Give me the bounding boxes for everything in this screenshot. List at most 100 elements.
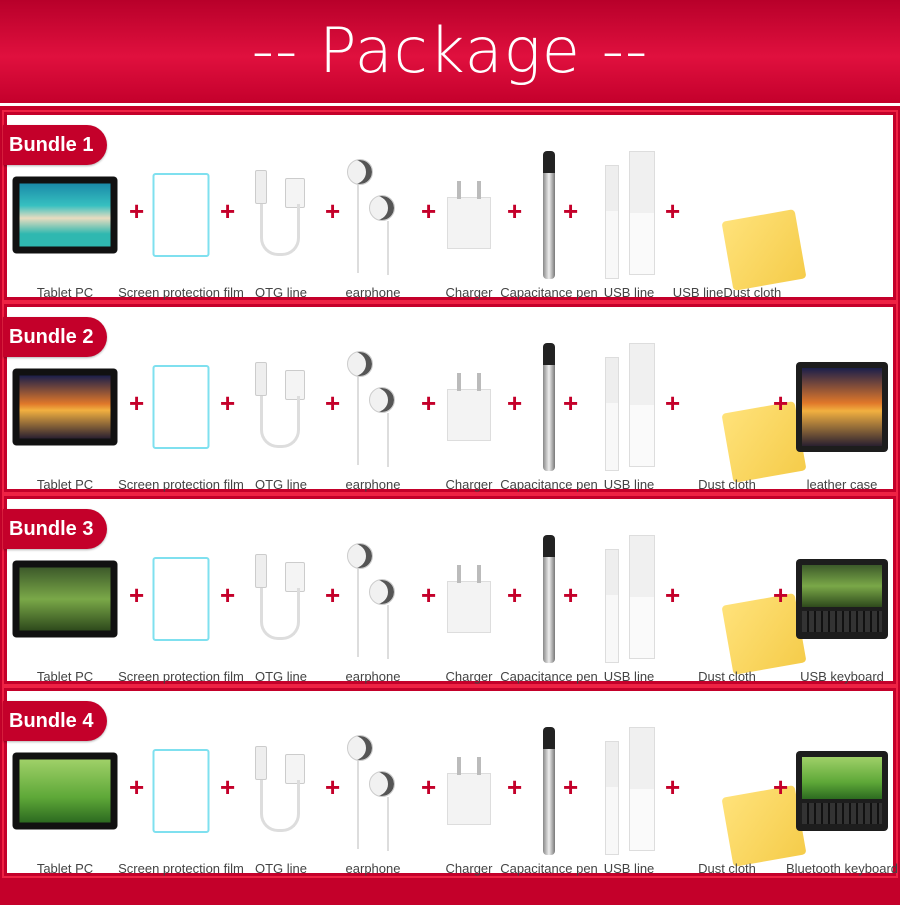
micro-usb-end [605,165,619,279]
usb-image [599,535,659,663]
item-label: OTG line [254,861,308,876]
otg-image [251,746,311,836]
item-keyboard: USB keyboard [782,539,900,684]
micro-usb-end [605,741,619,855]
micro-usb-end [605,549,619,663]
bundle-panel: Bundle 4 Tablet PC + Screen protection film… [2,686,899,878]
charger-prong [477,373,481,391]
case-screen [802,368,882,446]
earphone-wire [387,797,389,851]
tablet-image [12,752,118,830]
item-label: earphone [345,861,401,876]
film-image [152,173,210,257]
item-label: Charger [445,477,493,492]
page-title: -- Package -- [251,14,649,87]
item-tablet: Tablet PC [5,155,125,300]
charger-body [447,197,491,249]
header-banner: -- Package -- [0,0,900,106]
film-image [152,365,210,449]
charger-body [447,389,491,441]
charger-image [447,181,491,249]
item-label: OTG line [254,285,308,300]
item-label: earphone [345,285,401,300]
earbud-left [347,543,373,569]
tablet-image [12,176,118,254]
item-label: Tablet PC [36,861,94,876]
earphone-wire [387,413,389,467]
usb-a-end [629,727,655,851]
tablet-screen [19,183,111,247]
earbud-right [369,771,395,797]
charger-prong [477,181,481,199]
earphone-wire [357,761,359,849]
pen-image [543,151,555,279]
bundle-panel: Bundle 2 Tablet PC + Screen protection film… [2,302,898,494]
keyboard-screen [802,757,882,800]
charger-prong [457,757,461,775]
item-cloth: Dust cloth [667,731,807,876]
micro-usb-plug [255,170,267,204]
otg-cable [260,780,300,832]
earbud-right [369,579,395,605]
earphone-image [343,731,403,851]
tablet-image [12,560,118,638]
tablet-screen [19,567,111,631]
item-cloth: Dust cloth [667,539,807,684]
bundle-panel: Bundle 3 Tablet PC + Screen protection film… [2,494,898,686]
usb-a-end [629,535,655,659]
charger-prong [477,757,481,775]
keyboard-keys [802,611,882,632]
item-label: Dust cloth [698,861,756,876]
earbud-left [347,351,373,377]
item-label: Dust cloth [698,477,756,492]
usb-image [599,727,659,855]
keyboard-image [796,559,888,639]
earphone-image [343,347,403,467]
micro-usb-plug [255,554,267,588]
otg-cable [260,204,300,256]
pen-image [543,535,555,663]
item-label: OTG line [254,477,308,492]
film-image [152,557,210,641]
item-tablet: Tablet PC [5,731,125,876]
item-cloth: Dust cloth [667,347,807,492]
item-label: Dust cloth [698,669,756,684]
earbud-right [369,195,395,221]
earphone-image [343,539,403,659]
keyboard-keys [802,803,882,824]
pen-image [543,343,555,471]
otg-image [251,170,311,260]
micro-usb-plug [255,362,267,396]
film-image [152,749,210,833]
item-label: Charger [445,669,493,684]
charger-prong [477,565,481,583]
charger-image [447,565,491,633]
keyboard-image [796,751,888,831]
earphone-wire [387,221,389,275]
otg-cable [260,588,300,640]
charger-image [447,757,491,825]
earphone-wire [357,185,359,273]
item-cloth: USB lineDust cloth [667,155,807,300]
tablet-image [12,368,118,446]
otg-cable [260,396,300,448]
item-label: Tablet PC [36,285,94,300]
earbud-right [369,387,395,413]
earphone-wire [357,569,359,657]
keyboard-screen [802,565,882,608]
charger-prong [457,181,461,199]
item-label: Bluetooth keyboard [785,861,899,876]
earbud-left [347,735,373,761]
cloth-image [721,209,807,291]
earphone-image [343,155,403,275]
item-label: USB keyboard [800,669,884,684]
micro-usb-plug [255,746,267,780]
charger-body [447,773,491,825]
usb-image [599,151,659,279]
otg-image [251,362,311,452]
item-tablet: Tablet PC [5,347,125,492]
item-label: USB line [603,285,655,300]
item-label: USB line [603,477,655,492]
otg-image [251,554,311,644]
item-label: USB line [603,861,655,876]
